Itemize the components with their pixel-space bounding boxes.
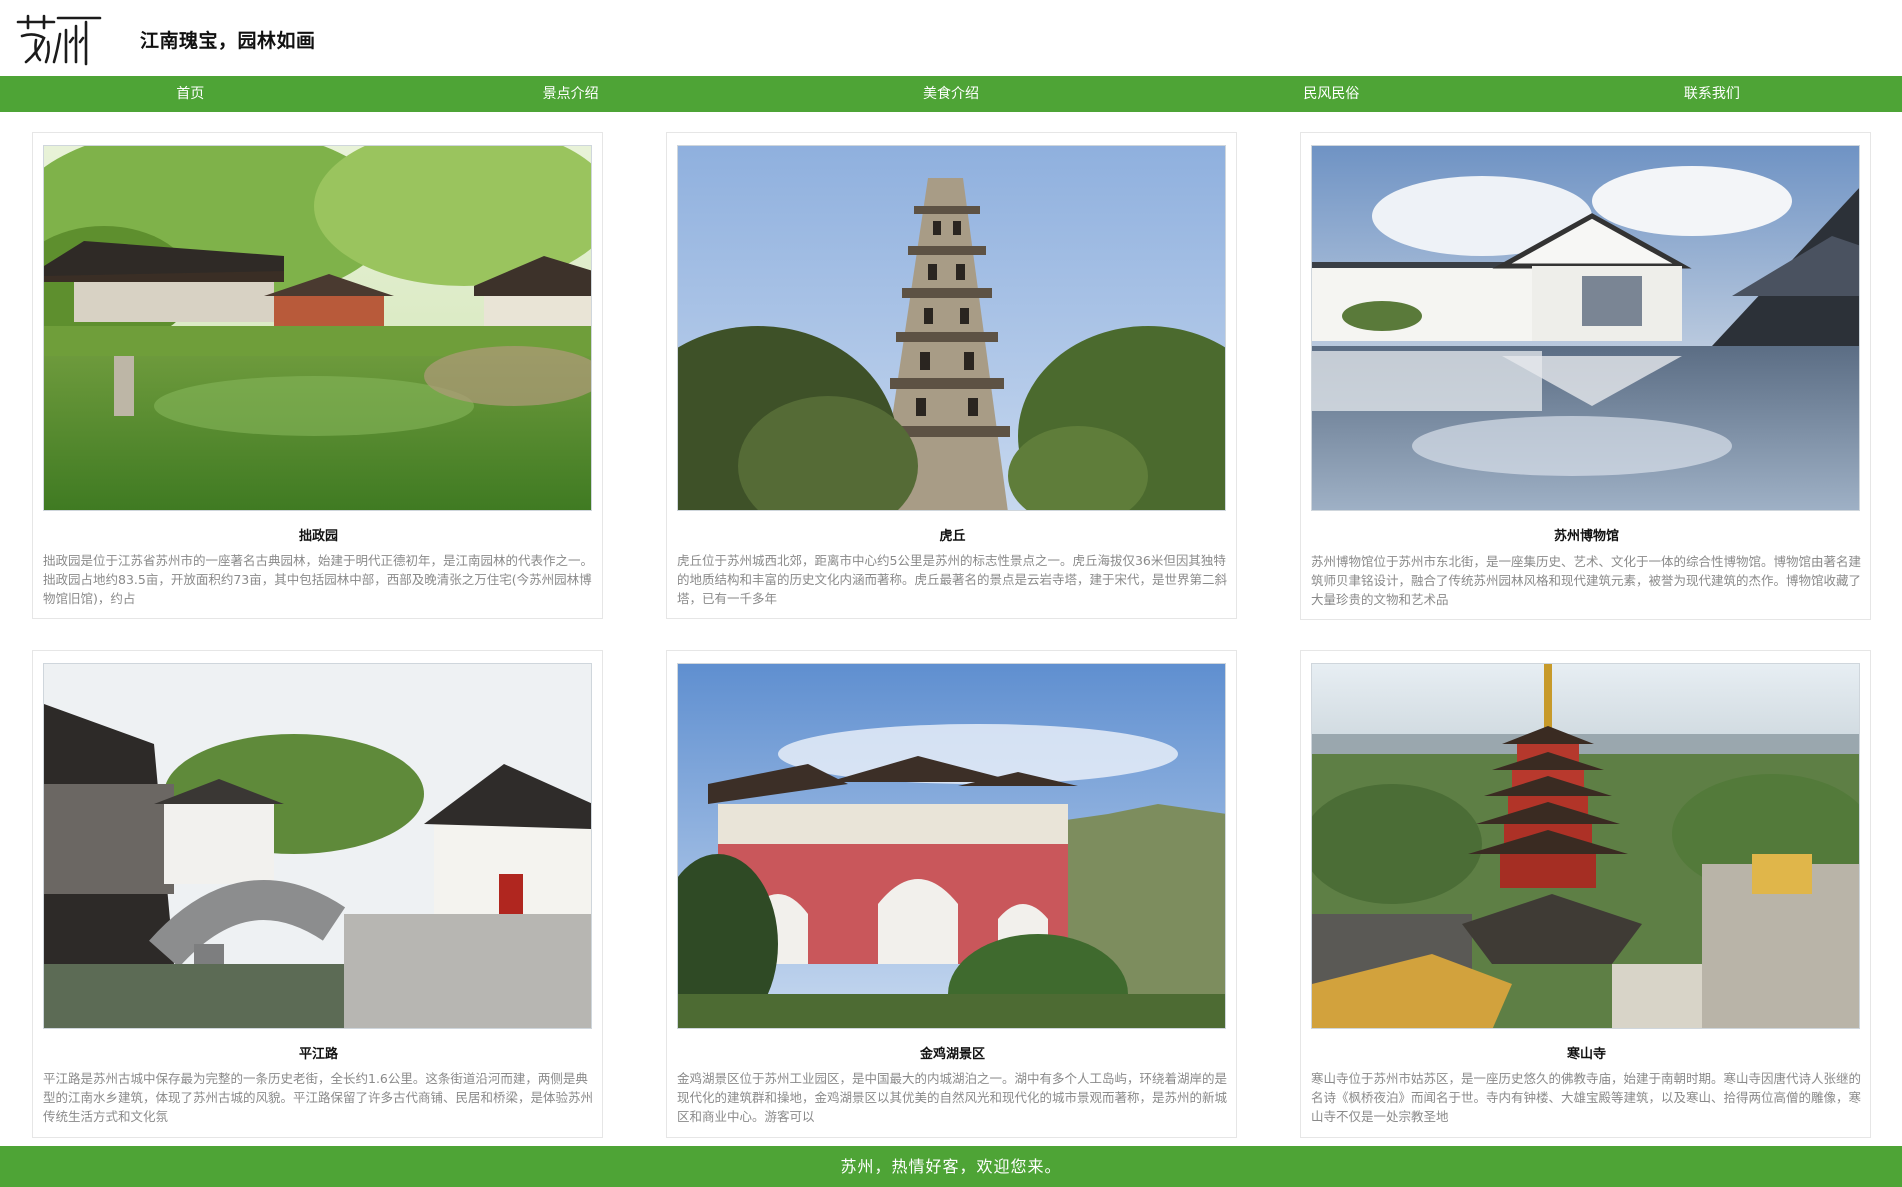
- attraction-card-jinjihu[interactable]: 金鸡湖景区 金鸡湖景区位于苏州工业园区，是中国最大的内城湖泊之一。湖中有多个人工…: [666, 650, 1237, 1138]
- logo-calligraphy-icon: [16, 14, 102, 66]
- nav-item-attractions[interactable]: 景点介绍: [380, 76, 760, 112]
- attraction-card-museum[interactable]: 苏州博物馆 苏州博物馆位于苏州市东北街，是一座集历史、艺术、文化于一体的综合性博…: [1300, 132, 1871, 620]
- temple-pagoda-aerial-photo[interactable]: [1311, 663, 1860, 1029]
- site-footer: 苏州，热情好客，欢迎您来。: [0, 1146, 1902, 1187]
- garden-pavilion-pond-photo[interactable]: [43, 145, 592, 511]
- red-gate-building-photo[interactable]: [677, 663, 1226, 1029]
- nav-item-food[interactable]: 美食介绍: [761, 76, 1141, 112]
- site-header: 江南瑰宝，园林如画: [0, 0, 1902, 76]
- canal-street-bridge-photo[interactable]: [43, 663, 592, 1029]
- card-description: 寒山寺位于苏州市姑苏区，是一座历史悠久的佛教寺庙，始建于南朝时期。寒山寺因唐代诗…: [1311, 1071, 1862, 1124]
- card-description: 苏州博物馆位于苏州市东北街，是一座集历史、艺术、文化于一体的综合性博物馆。博物馆…: [1311, 554, 1862, 607]
- museum-reflection-photo[interactable]: [1311, 145, 1860, 511]
- card-description: 虎丘位于苏州城西北郊，距离市中心约5公里是苏州的标志性景点之一。虎丘海拔仅36米…: [677, 553, 1228, 606]
- nav-item-contact[interactable]: 联系我们: [1522, 76, 1902, 112]
- leaning-pagoda-photo[interactable]: [677, 145, 1226, 511]
- attraction-card-hanshansi[interactable]: 寒山寺 寒山寺位于苏州市姑苏区，是一座历史悠久的佛教寺庙，始建于南朝时期。寒山寺…: [1300, 650, 1871, 1138]
- card-title[interactable]: 金鸡湖景区: [667, 1043, 1238, 1062]
- site-slogan: 江南瑰宝，园林如画: [140, 30, 316, 52]
- card-title[interactable]: 寒山寺: [1301, 1043, 1872, 1062]
- nav-item-home[interactable]: 首页: [0, 76, 380, 112]
- card-title[interactable]: 苏州博物馆: [1301, 525, 1872, 544]
- card-description: 拙政园是位于江苏省苏州市的一座著名古典园林，始建于明代正德初年，是江南园林的代表…: [43, 553, 594, 606]
- card-description: 平江路是苏州古城中保存最为完整的一条历史老街，全长约1.6公里。这条街道沿河而建…: [43, 1071, 594, 1124]
- main-nav: 首页 景点介绍 美食介绍 民风民俗 联系我们: [0, 76, 1902, 112]
- nav-item-customs[interactable]: 民风民俗: [1141, 76, 1521, 112]
- attraction-card-zhuozhengyuan[interactable]: 拙政园 拙政园是位于江苏省苏州市的一座著名古典园林，始建于明代正德初年，是江南园…: [32, 132, 603, 619]
- card-title[interactable]: 平江路: [33, 1043, 604, 1062]
- attraction-card-pingjianglu[interactable]: 平江路 平江路是苏州古城中保存最为完整的一条历史老街，全长约1.6公里。这条街道…: [32, 650, 603, 1138]
- card-description: 金鸡湖景区位于苏州工业园区，是中国最大的内城湖泊之一。湖中有多个人工岛屿，环绕着…: [677, 1071, 1228, 1124]
- card-title[interactable]: 虎丘: [667, 525, 1238, 544]
- suzhou-logo[interactable]: [14, 12, 104, 66]
- card-title[interactable]: 拙政园: [33, 525, 604, 544]
- attraction-card-huqiu[interactable]: 虎丘 虎丘位于苏州城西北郊，距离市中心约5公里是苏州的标志性景点之一。虎丘海拔仅…: [666, 132, 1237, 619]
